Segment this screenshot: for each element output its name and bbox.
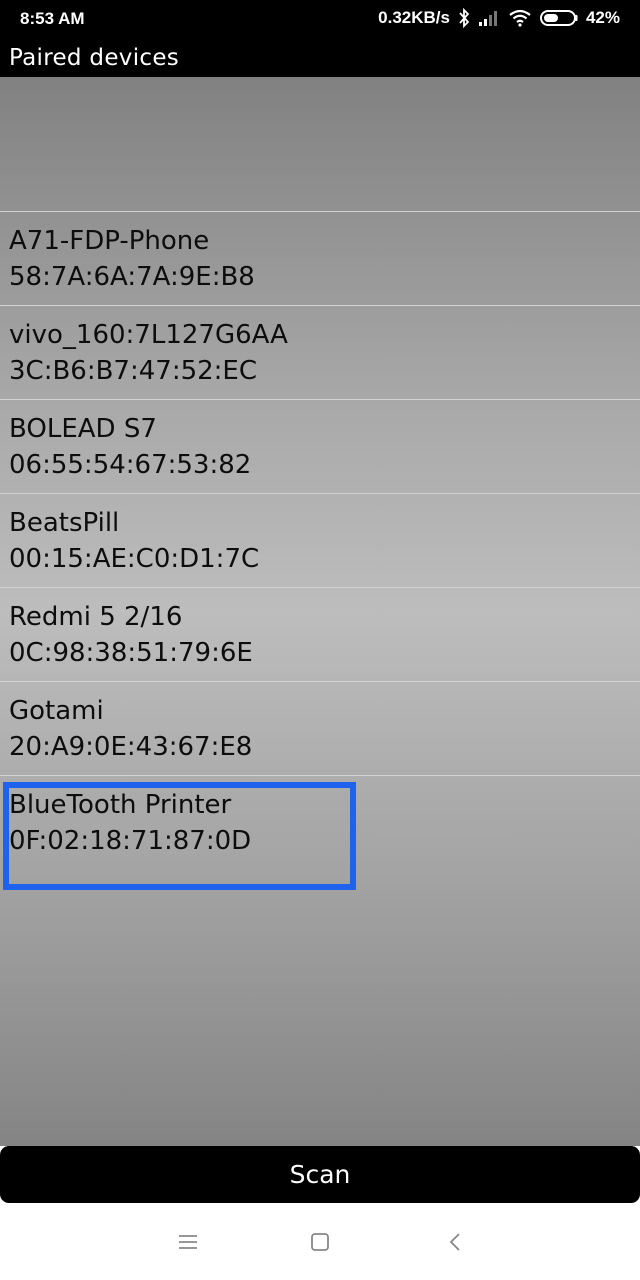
device-mac-address: 0C:98:38:51:79:6E [9,638,253,668]
signal-icon [478,9,500,27]
bluetooth-icon [458,8,470,28]
battery-icon [539,9,578,27]
selection-highlight-box [3,782,356,890]
scan-button[interactable]: Scan [0,1146,640,1203]
title-bar: Paired devices [0,40,640,77]
wifi-icon [508,9,532,27]
back-icon[interactable] [440,1227,470,1257]
device-mac-address: 58:7A:6A:7A:9E:B8 [9,262,255,292]
status-bar: 8:53 AM 0.32KB/s 42% [0,0,640,40]
device-mac-address: 00:15:AE:C0:D1:7C [9,544,260,574]
list-item-device[interactable]: BOLEAD S7 06:55:54:67:53:82 [0,399,640,493]
device-mac-address: 3C:B6:B7:47:52:EC [9,356,258,386]
status-indicators: 0.32KB/s 42% [378,8,620,28]
device-name: BeatsPill [9,508,120,538]
list-item-device[interactable]: BeatsPill 00:15:AE:C0:D1:7C [0,493,640,587]
list-item-device[interactable]: vivo_160:7L127G6AA 3C:B6:B7:47:52:EC [0,305,640,399]
menu-icon[interactable] [173,1227,203,1257]
device-name: A71-FDP-Phone [9,226,210,256]
list-item-device[interactable]: A71-FDP-Phone 58:7A:6A:7A:9E:B8 [0,211,640,305]
device-mac-address: 06:55:54:67:53:82 [9,450,252,480]
system-navigation-bar [0,1203,640,1280]
device-mac-address: 20:A9:0E:43:67:E8 [9,732,253,762]
battery-level: 42% [585,8,620,27]
device-name: BOLEAD S7 [9,414,157,444]
network-speed: 0.32KB/s [378,8,450,27]
page-title: Paired devices [9,45,180,71]
list-item-device[interactable]: Redmi 5 2/16 0C:98:38:51:79:6E [0,587,640,681]
device-name: Gotami [9,696,104,726]
device-name: Redmi 5 2/16 [9,602,183,632]
status-time: 8:53 AM [20,9,85,28]
device-list-panel: A71-FDP-Phone 58:7A:6A:7A:9E:B8 vivo_160… [0,77,640,1146]
paired-device-list: A71-FDP-Phone 58:7A:6A:7A:9E:B8 vivo_160… [0,211,640,869]
device-name: vivo_160:7L127G6AA [9,320,288,350]
list-item-device[interactable]: Gotami 20:A9:0E:43:67:E8 [0,681,640,775]
home-icon[interactable] [305,1227,335,1257]
